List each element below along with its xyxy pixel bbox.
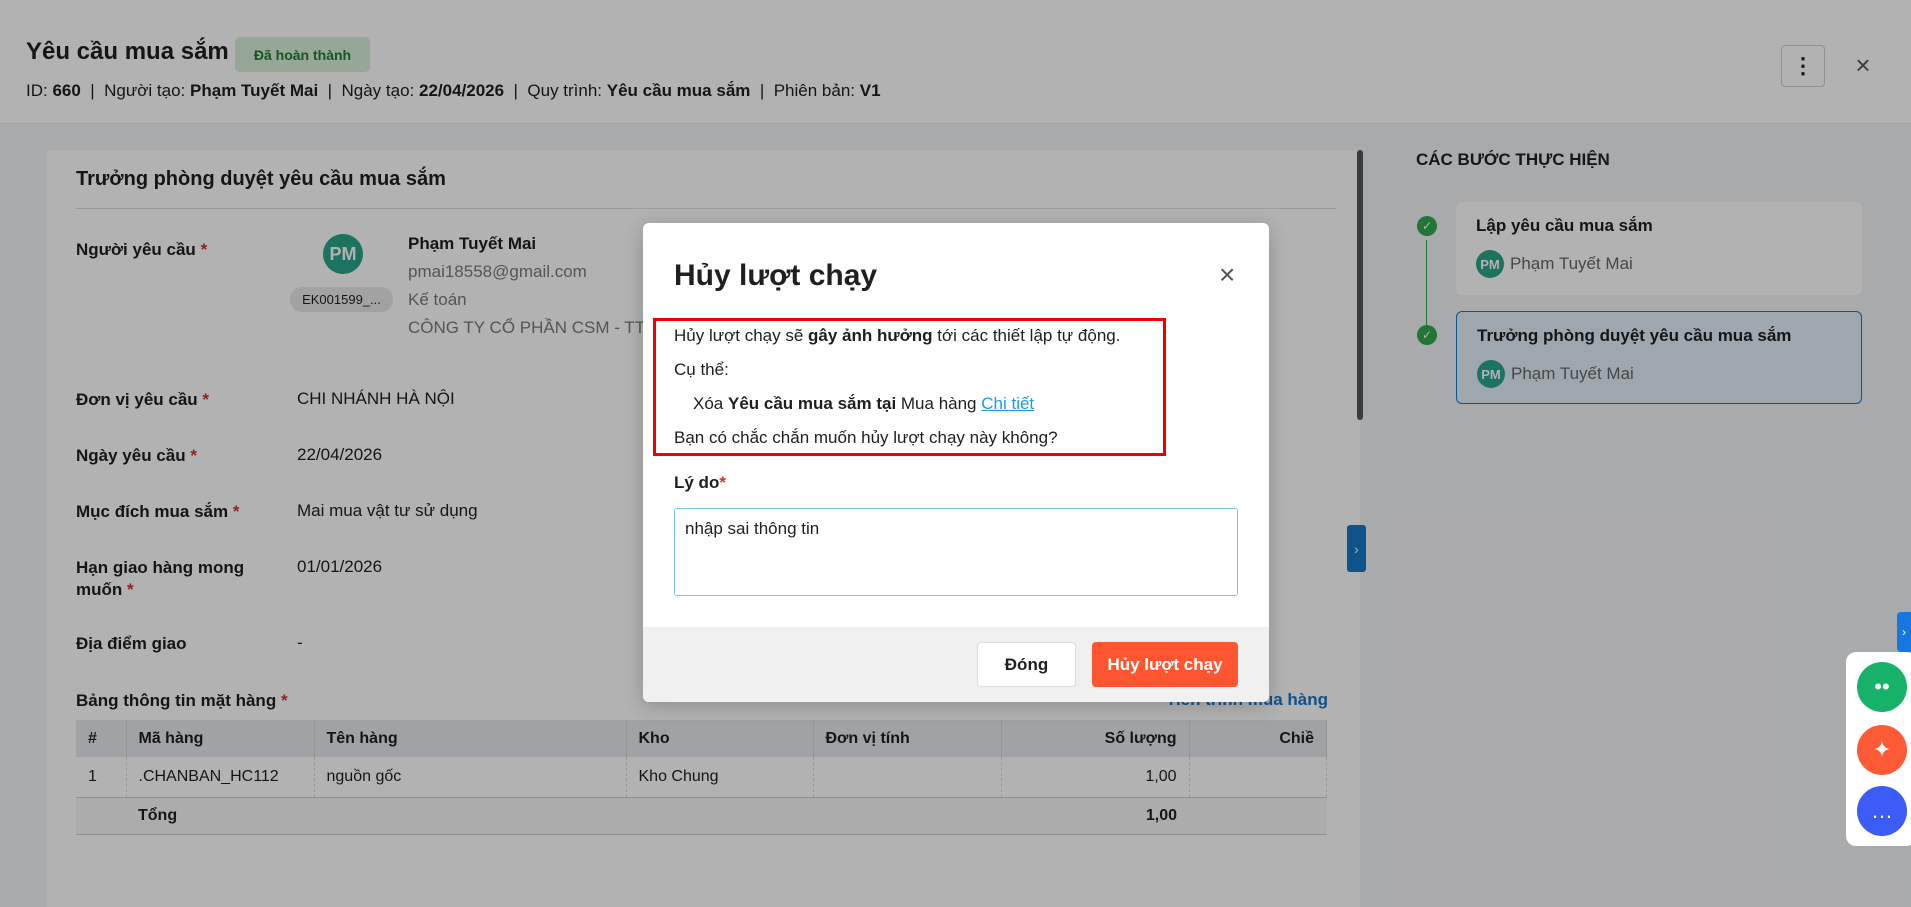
sparkle-icon[interactable]: ✦ xyxy=(1857,725,1907,775)
cancel-run-dialog: Hủy lượt chạy × Hủy lượt chạy sẽ gây ảnh… xyxy=(643,223,1269,702)
warning-line: Hủy lượt chạy sẽ gây ảnh hưởng tới các t… xyxy=(674,326,1121,345)
close-icon[interactable]: × xyxy=(1219,259,1235,291)
dialog-footer: Đóng Hủy lượt chạy xyxy=(643,627,1269,702)
chat-icon[interactable]: … xyxy=(1857,786,1907,836)
detail-heading: Cụ thể: xyxy=(674,360,729,379)
widget-collapse-button[interactable]: › xyxy=(1897,612,1911,652)
confirm-question: Bạn có chắc chắn muốn hủy lượt chạy này … xyxy=(674,428,1058,447)
detail-link[interactable]: Chi tiết xyxy=(981,394,1034,413)
dialog-title: Hủy lượt chạy xyxy=(674,259,878,292)
reason-input[interactable]: nhập sai thông tin xyxy=(674,508,1238,596)
close-button[interactable]: Đóng xyxy=(977,642,1076,687)
chatbot-icon[interactable]: •• xyxy=(1857,662,1907,712)
reason-label: Lý do* xyxy=(674,473,726,492)
detail-line: Xóa Yêu cầu mua sắm tại Mua hàng Chi tiế… xyxy=(693,394,1035,413)
floating-widgets: •• ✦ … xyxy=(1846,652,1911,846)
confirm-cancel-run-button[interactable]: Hủy lượt chạy xyxy=(1092,642,1238,687)
